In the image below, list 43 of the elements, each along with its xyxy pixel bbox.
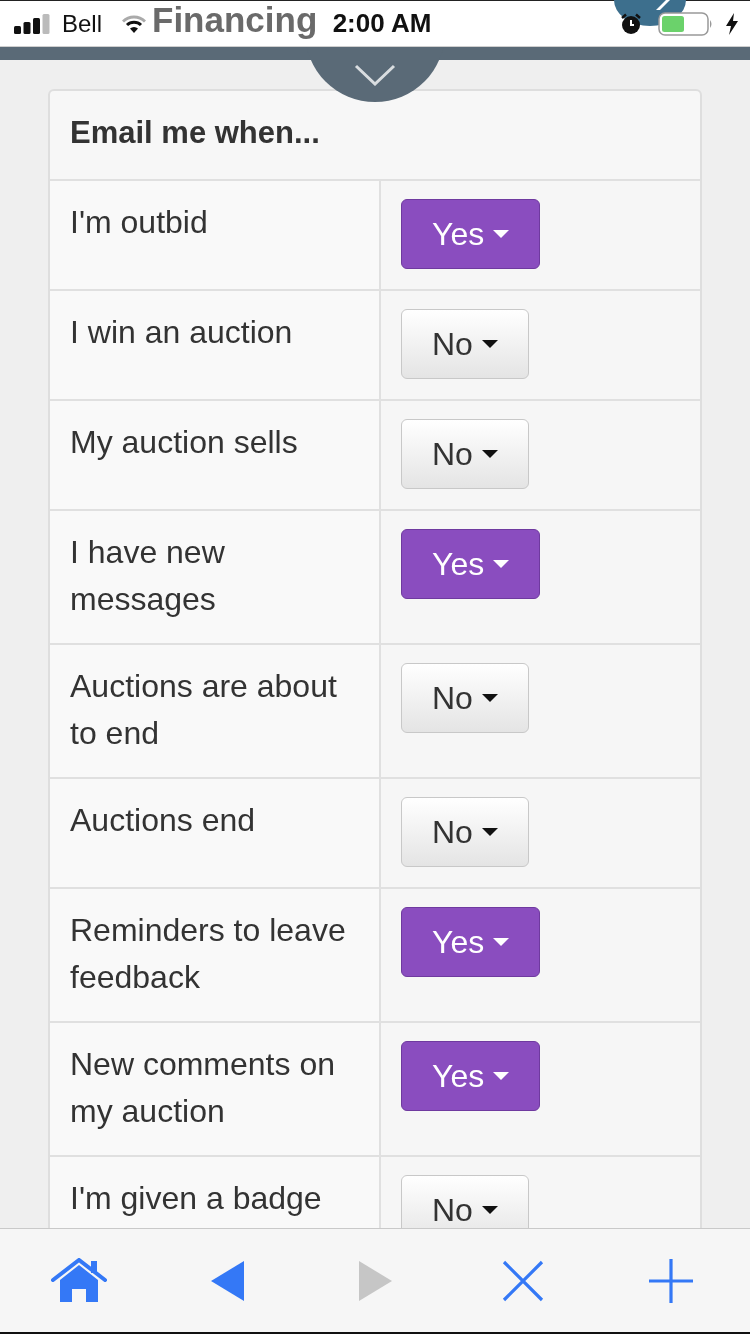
choice-dropdown[interactable]: Yes [401,529,541,599]
charging-bolt-icon [726,12,738,35]
chevron-down-icon [354,64,396,86]
choice-dropdown[interactable]: No [401,797,529,867]
choice-dropdown[interactable]: Yes [401,199,541,269]
row-label: I'm outbid [70,204,208,240]
row-label: I have new messages [70,534,225,617]
page-title: Financing [152,0,318,41]
caret-icon [493,230,510,238]
caret-icon [481,694,498,702]
choice-dropdown[interactable]: No [401,309,529,379]
caret-icon [493,938,510,946]
choice-dropdown[interactable]: No [401,663,529,733]
status-time: 2:00 AM [331,8,432,39]
pencil-icon [654,0,670,10]
row-label: Reminders to leave feedback [70,912,346,995]
battery-icon [658,11,714,36]
row-label: I win an auction [70,314,293,350]
row-label: Auctions end [70,802,255,838]
choice-dropdown[interactable]: No [401,419,529,489]
choice-dropdown[interactable]: Yes [401,1041,541,1111]
row-label: Auctions are about to end [70,668,337,751]
home-icon [50,1257,108,1304]
choice-dropdown[interactable]: No [401,1175,529,1228]
carrier-name: Bell [62,9,103,38]
plus-icon [649,1258,693,1303]
caret-icon [481,1206,498,1214]
caret-icon [493,1072,510,1080]
wifi-icon [122,14,147,33]
table-heading: Email me when... [70,115,320,150]
signal-icon [14,13,50,34]
row-label: I'm given a badge [70,1180,322,1216]
caret-icon [493,560,510,568]
caret-icon [481,450,498,458]
forward-icon [358,1260,392,1301]
close-icon [502,1259,544,1302]
caret-icon [481,340,498,348]
choice-dropdown[interactable]: Yes [401,907,541,977]
row-label: My auction sells [70,424,298,460]
caret-icon [481,828,498,836]
back-icon [210,1260,244,1301]
alarm-icon [620,12,642,35]
row-label: New comments on my auction [70,1046,335,1129]
